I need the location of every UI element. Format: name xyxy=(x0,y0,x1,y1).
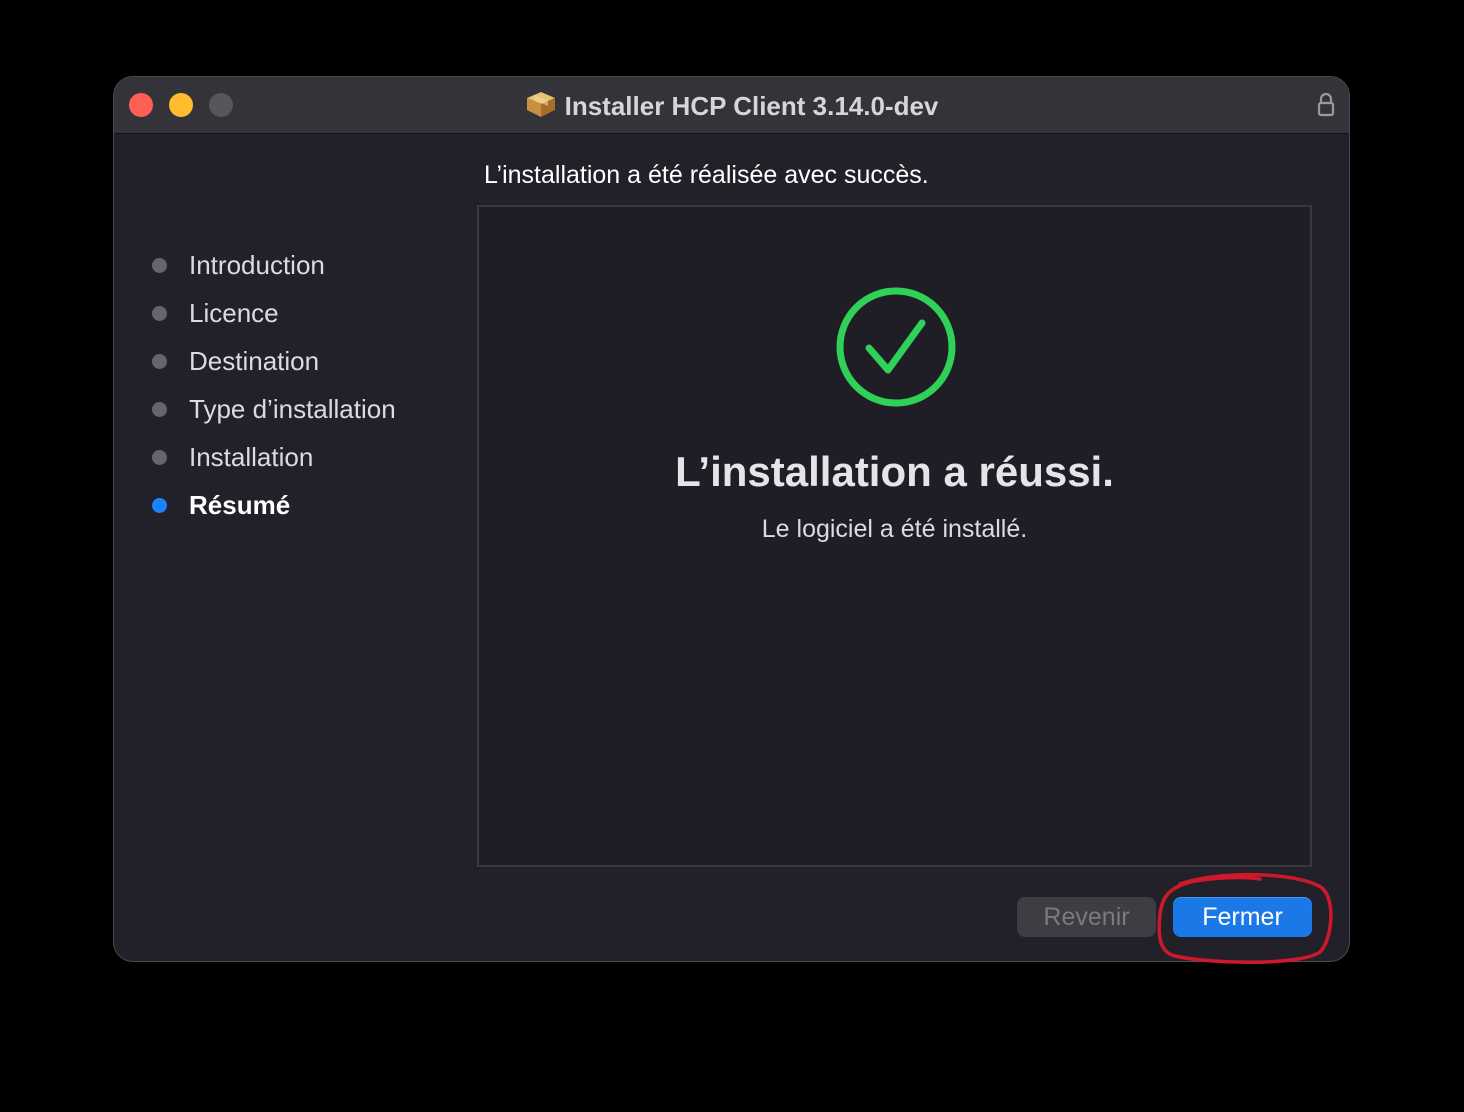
step-summary: Résumé xyxy=(152,487,396,535)
success-title: L’installation a réussi. xyxy=(675,448,1114,495)
step-destination: Destination xyxy=(152,343,396,391)
content-panel: L’installation a réussi. Le logiciel a é… xyxy=(477,205,1312,867)
success-subtitle: Le logiciel a été installé. xyxy=(761,515,1028,543)
step-installation-type: Type d’installation xyxy=(152,391,396,439)
checkmark-circle-icon xyxy=(836,287,956,407)
step-dot-icon xyxy=(152,354,167,369)
active-step-dot-icon xyxy=(152,498,167,513)
step-label: Destination xyxy=(189,346,320,376)
step-dot-icon xyxy=(152,258,167,273)
window-title: Installer HCP Client 3.14.0-dev xyxy=(564,91,939,121)
highlight-circle xyxy=(1157,872,1333,965)
step-label: Installation xyxy=(189,442,314,472)
package-icon xyxy=(525,89,557,125)
page-heading: L’installation a été réalisée avec succè… xyxy=(484,161,929,189)
title-bar: Installer HCP Client 3.14.0-dev xyxy=(114,77,1349,134)
lock-icon xyxy=(1317,92,1335,117)
step-licence: Licence xyxy=(152,295,396,343)
step-introduction: Introduction xyxy=(152,247,396,295)
step-dot-icon xyxy=(152,450,167,465)
back-button: Revenir xyxy=(1017,897,1156,937)
step-label: Introduction xyxy=(189,250,325,280)
installer-steps: Introduction Licence Destination Type d’… xyxy=(152,247,396,535)
step-label: Licence xyxy=(189,298,279,328)
step-installation: Installation xyxy=(152,439,396,487)
window-title-container: Installer HCP Client 3.14.0-dev xyxy=(114,89,1349,125)
step-dot-icon xyxy=(152,402,167,417)
step-dot-icon xyxy=(152,306,167,321)
step-label: Résumé xyxy=(189,490,291,520)
step-label: Type d’installation xyxy=(189,394,396,424)
installer-window: Installer HCP Client 3.14.0-dev Introduc… xyxy=(113,76,1350,962)
